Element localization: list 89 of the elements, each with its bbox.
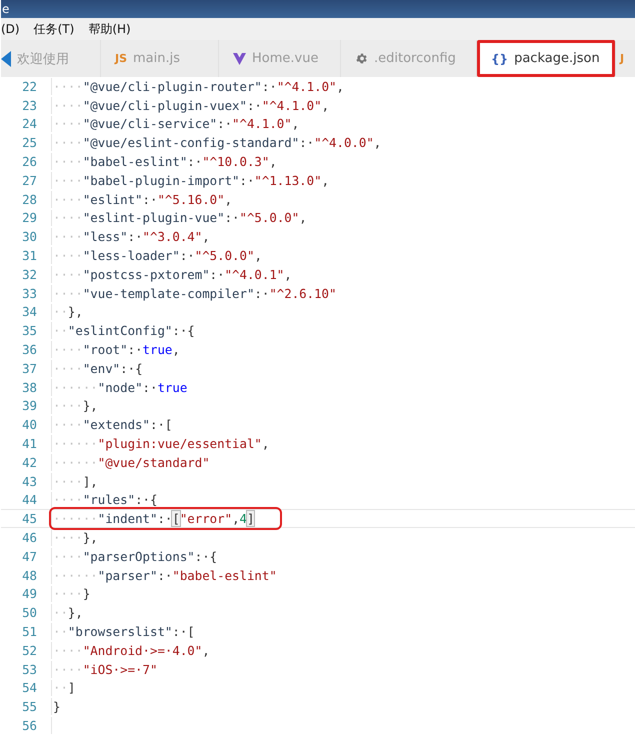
line-number: 54: [21, 680, 37, 696]
code-line: ····"babel-eslint":·"^10.0.3",: [53, 154, 277, 170]
code-line: ····"Android·>=·4.0",: [53, 642, 210, 658]
code-line: ····},: [53, 398, 98, 414]
line-number: 38: [21, 380, 37, 395]
line-number: 47: [21, 548, 37, 564]
line-number: 24: [21, 116, 37, 132]
code-line: ··]: [53, 680, 76, 696]
menu-item[interactable]: 任务(T): [34, 20, 74, 38]
code-line: ····"extends":·[: [53, 417, 172, 432]
code-line: ······"parser":·"babel-eslint": [53, 568, 277, 583]
code-line: ····"eslint-plugin-vue":·"^5.0.0",: [53, 210, 307, 226]
code-line: ··},: [53, 304, 83, 320]
code-line: ····"less-loader":·"^5.0.0",: [53, 248, 262, 264]
line-number: 34: [21, 304, 37, 320]
code-line: ····"root":·true,: [53, 342, 180, 358]
line-number: 56: [21, 718, 37, 733]
editor-tab[interactable]: J: [616, 40, 635, 77]
line-number: 22: [21, 78, 37, 94]
code-line: ··"eslintConfig":·{: [53, 323, 195, 338]
tab-label: Home.vue: [252, 51, 318, 66]
code-line: ····"parserOptions":·{: [53, 548, 218, 564]
line-number: 25: [21, 135, 37, 150]
tab-label: .editorconfig: [374, 51, 456, 66]
code-line: ····"@vue/cli-plugin-vuex":·"^4.1.0",: [53, 98, 330, 113]
code-line: ····},: [53, 530, 98, 546]
code-line: ······"@vue/standard": [53, 454, 210, 470]
tab-label: main.js: [133, 51, 180, 66]
vue-icon: [233, 52, 246, 64]
line-number: 35: [21, 323, 37, 338]
code-line: ····"env":·{: [53, 360, 143, 376]
line-number: 27: [21, 172, 37, 188]
code-line: ····}: [53, 586, 90, 602]
line-number: 52: [21, 642, 37, 658]
code-line: ····"iOS·>=·7": [53, 662, 158, 677]
code-line: }: [53, 699, 60, 714]
code-line: ····"eslint":·"^5.16.0",: [53, 192, 232, 207]
editor-tab[interactable]: .editorconfig: [341, 40, 477, 77]
code-line: ··"browserslist":·[: [53, 624, 195, 639]
line-number: 55: [21, 699, 37, 714]
window-title: e: [2, 2, 10, 16]
line-number: 36: [21, 342, 37, 358]
line-number: 46: [21, 530, 37, 546]
line-number: 33: [21, 286, 37, 301]
js-icon: JS: [115, 52, 128, 65]
editor-tab[interactable]: Home.vue: [219, 40, 341, 77]
gear-icon: [355, 52, 368, 65]
code-line: ····"postcss-pxtorem":·"^4.0.1",: [53, 266, 292, 282]
code-line: ··},: [53, 605, 83, 620]
editor-tab[interactable]: JS main.js: [101, 40, 219, 77]
line-number: 26: [21, 154, 37, 170]
line-number: 53: [21, 662, 37, 677]
line-number: 51: [21, 624, 37, 639]
js-icon: J: [620, 52, 624, 65]
line-number: 31: [21, 248, 37, 264]
editor-tab[interactable]: 欢迎使用: [1, 40, 101, 77]
line-number: 30: [21, 229, 37, 244]
logo-icon: [1, 50, 11, 66]
line-number: 43: [21, 474, 37, 489]
line-number: 40: [21, 417, 37, 432]
code-line: ····"babel-plugin-import":·"^1.13.0",: [53, 172, 330, 188]
code-line: ····"@vue/cli-service":·"^4.1.0",: [53, 116, 300, 132]
line-number: 44: [21, 492, 37, 508]
code-line: ····"less":·"^3.0.4",: [53, 229, 210, 244]
code-line: ······"plugin:vue/essential",: [53, 436, 270, 452]
line-number: 28: [21, 192, 37, 207]
line-number: 45: [21, 511, 37, 526]
line-number: 50: [21, 605, 37, 620]
tab-label: 欢迎使用: [17, 50, 69, 68]
tab-label: package.json: [514, 51, 600, 66]
line-number: 37: [21, 360, 37, 376]
code-line: ····"vue-template-compiler":·"^2.6.10": [53, 286, 336, 301]
menu-item[interactable]: (D): [1, 22, 20, 36]
line-number: 41: [21, 436, 37, 452]
code-line: ······"node":·true: [53, 380, 188, 395]
line-number: 48: [21, 568, 37, 583]
line-number: 39: [21, 398, 37, 414]
editor-tab[interactable]: {} package.json: [477, 40, 616, 77]
line-number: 32: [21, 266, 37, 282]
code-line: ····"rules":·{: [53, 492, 158, 508]
code-line: ····],: [53, 474, 98, 489]
braces-icon: {}: [491, 52, 508, 66]
code-line: ····"@vue/cli-plugin-router":·"^4.1.0",: [53, 78, 344, 94]
line-number: 29: [21, 210, 37, 226]
line-number: 23: [21, 98, 37, 113]
menu-item[interactable]: 帮助(H): [88, 20, 131, 38]
line-number: 42: [21, 454, 37, 470]
line-number: 49: [21, 586, 37, 602]
code-line: ····"@vue/eslint-config-standard":·"^4.0.0",: [53, 135, 382, 150]
